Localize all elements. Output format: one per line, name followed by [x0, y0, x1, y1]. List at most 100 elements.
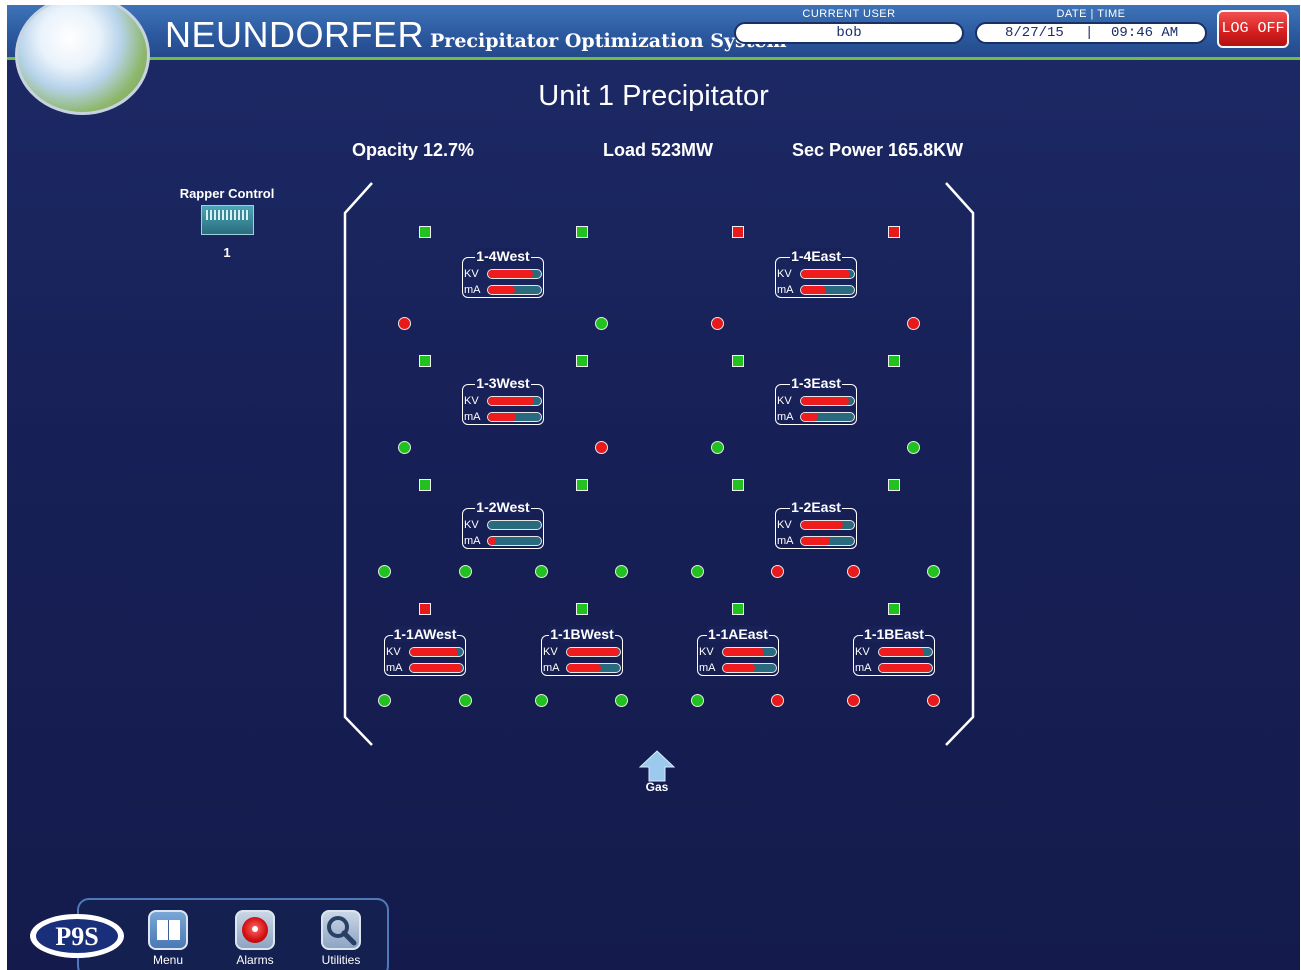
kv-bar-fill — [488, 397, 534, 405]
utilities-button[interactable]: Utilities — [305, 910, 377, 967]
rapper-status-dot[interactable] — [535, 694, 548, 707]
ma-bar-fill — [801, 286, 827, 294]
kv-bar — [800, 269, 855, 279]
rapper-status-dot[interactable] — [771, 694, 784, 707]
kv-label: KV — [464, 268, 479, 280]
field-status-square[interactable] — [732, 226, 744, 238]
tr-set-name: 1-1BEast — [863, 626, 925, 642]
field-status-square[interactable] — [576, 226, 588, 238]
rapper-status-dot[interactable] — [378, 565, 391, 578]
ma-label: mA — [777, 284, 794, 296]
tr-set-widget[interactable]: 1-1AEast KV mA — [697, 626, 779, 676]
alarms-button[interactable]: Alarms — [219, 910, 291, 967]
field-status-square[interactable] — [732, 603, 744, 615]
rapper-status-dot[interactable] — [711, 441, 724, 454]
tr-set-widget[interactable]: 1-2East KV mA — [775, 499, 857, 549]
ma-bar-fill — [488, 537, 496, 545]
field-status-square[interactable] — [888, 603, 900, 615]
tr-set-name: 1-2East — [790, 499, 842, 515]
tr-set-name: 1-1AWest — [392, 626, 458, 642]
rapper-status-dot[interactable] — [398, 317, 411, 330]
kv-bar-fill — [801, 397, 849, 405]
rapper-status-dot[interactable] — [595, 317, 608, 330]
ma-bar-fill — [723, 664, 755, 672]
rapper-status-dot[interactable] — [615, 565, 628, 578]
rapper-status-dot[interactable] — [535, 565, 548, 578]
ma-bar-fill — [488, 413, 516, 421]
tr-set-widget[interactable]: 1-1BWest KV mA — [541, 626, 623, 676]
rapper-status-dot[interactable] — [847, 694, 860, 707]
ma-label: mA — [464, 411, 481, 423]
kv-bar-fill — [488, 270, 534, 278]
field-status-square[interactable] — [888, 355, 900, 367]
rapper-status-dot[interactable] — [771, 565, 784, 578]
tr-set-widget[interactable]: 1-3East KV mA — [775, 375, 857, 425]
rapper-status-dot[interactable] — [691, 694, 704, 707]
menu-button[interactable]: Menu — [132, 910, 204, 967]
gas-flow-indicator: Gas — [638, 750, 676, 794]
rapper-status-dot[interactable] — [615, 694, 628, 707]
tr-set-widget[interactable]: 1-4East KV mA — [775, 248, 857, 298]
precipitator-outline — [343, 182, 975, 746]
ma-label: mA — [777, 411, 794, 423]
rapper-status-dot[interactable] — [378, 694, 391, 707]
wrench-icon — [321, 910, 361, 950]
field-status-square[interactable] — [576, 355, 588, 367]
kv-label: KV — [464, 519, 479, 531]
kv-bar-fill — [410, 648, 458, 656]
ma-bar — [800, 412, 855, 422]
ma-label: mA — [464, 535, 481, 547]
ma-label: mA — [386, 662, 403, 674]
ma-bar — [487, 285, 542, 295]
rapper-status-dot[interactable] — [907, 317, 920, 330]
kv-bar-fill — [801, 270, 850, 278]
rapper-status-dot[interactable] — [459, 565, 472, 578]
rapper-status-dot[interactable] — [711, 317, 724, 330]
field-status-square[interactable] — [732, 355, 744, 367]
rapper-status-dot[interactable] — [398, 441, 411, 454]
kv-bar — [800, 396, 855, 406]
kv-bar — [722, 647, 777, 657]
field-status-square[interactable] — [419, 479, 431, 491]
ma-bar — [487, 412, 542, 422]
field-status-square[interactable] — [419, 603, 431, 615]
rapper-status-dot[interactable] — [907, 441, 920, 454]
ma-label: mA — [777, 535, 794, 547]
ma-bar — [487, 536, 542, 546]
ma-bar-fill — [567, 664, 602, 672]
field-status-square[interactable] — [888, 479, 900, 491]
rapper-status-dot[interactable] — [927, 694, 940, 707]
tr-set-widget[interactable]: 1-1AWest KV mA — [384, 626, 466, 676]
utilities-button-label: Utilities — [321, 953, 361, 967]
rapper-status-dot[interactable] — [459, 694, 472, 707]
kv-bar-fill — [723, 648, 765, 656]
kv-bar — [566, 647, 621, 657]
rapper-status-dot[interactable] — [847, 565, 860, 578]
book-icon — [148, 910, 188, 950]
field-status-square[interactable] — [888, 226, 900, 238]
rapper-status-dot[interactable] — [595, 441, 608, 454]
tr-set-name: 1-3East — [790, 375, 842, 391]
tr-set-name: 1-1BWest — [549, 626, 615, 642]
field-status-square[interactable] — [732, 479, 744, 491]
gas-flow-label: Gas — [645, 780, 669, 794]
field-status-square[interactable] — [576, 603, 588, 615]
field-status-square[interactable] — [576, 479, 588, 491]
kv-bar-fill — [567, 648, 619, 656]
menu-button-label: Menu — [152, 953, 184, 967]
kv-label: KV — [777, 268, 792, 280]
tr-set-widget[interactable]: 1-4West KV mA — [462, 248, 544, 298]
tr-set-name: 1-4East — [790, 248, 842, 264]
rapper-status-dot[interactable] — [691, 565, 704, 578]
tr-set-widget[interactable]: 1-2West KV mA — [462, 499, 544, 549]
tr-set-widget[interactable]: 1-1BEast KV mA — [853, 626, 935, 676]
kv-label: KV — [855, 646, 870, 658]
tr-set-widget[interactable]: 1-3West KV mA — [462, 375, 544, 425]
field-status-square[interactable] — [419, 355, 431, 367]
ma-bar-fill — [879, 664, 931, 672]
kv-bar-fill — [801, 521, 844, 529]
rapper-status-dot[interactable] — [927, 565, 940, 578]
field-status-square[interactable] — [419, 226, 431, 238]
kv-bar — [800, 520, 855, 530]
kv-bar-fill — [879, 648, 925, 656]
